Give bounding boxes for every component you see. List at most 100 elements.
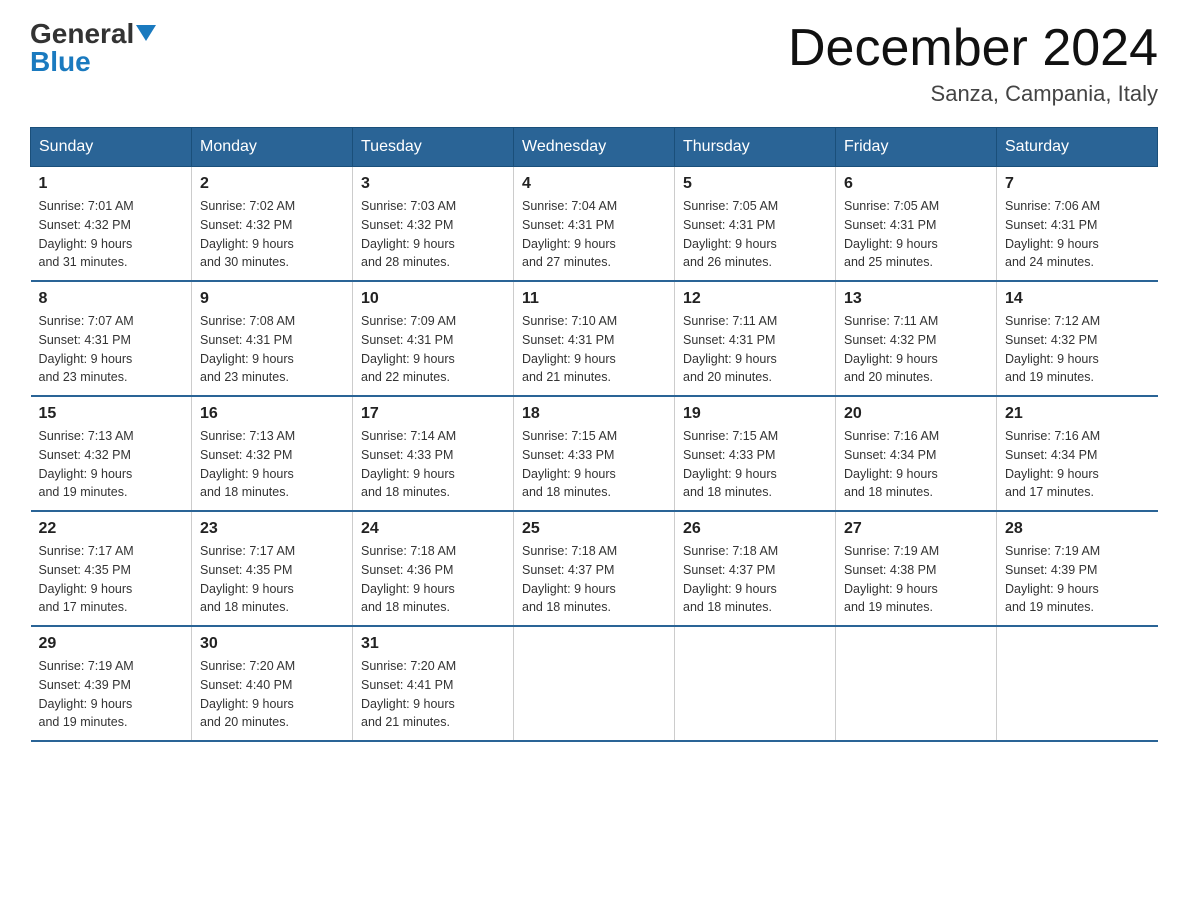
day-info: Sunrise: 7:04 AMSunset: 4:31 PMDaylight:…	[522, 199, 617, 269]
table-row: 9 Sunrise: 7:08 AMSunset: 4:31 PMDayligh…	[192, 281, 353, 396]
table-row: 26 Sunrise: 7:18 AMSunset: 4:37 PMDaylig…	[675, 511, 836, 626]
day-info: Sunrise: 7:03 AMSunset: 4:32 PMDaylight:…	[361, 199, 456, 269]
day-number: 11	[522, 290, 666, 308]
day-info: Sunrise: 7:20 AMSunset: 4:40 PMDaylight:…	[200, 659, 295, 729]
day-info: Sunrise: 7:05 AMSunset: 4:31 PMDaylight:…	[844, 199, 939, 269]
day-info: Sunrise: 7:11 AMSunset: 4:32 PMDaylight:…	[844, 314, 938, 384]
table-row: 25 Sunrise: 7:18 AMSunset: 4:37 PMDaylig…	[514, 511, 675, 626]
day-number: 6	[844, 175, 988, 193]
day-info: Sunrise: 7:18 AMSunset: 4:37 PMDaylight:…	[683, 544, 778, 614]
location-subtitle: Sanza, Campania, Italy	[788, 81, 1158, 107]
table-row: 22 Sunrise: 7:17 AMSunset: 4:35 PMDaylig…	[31, 511, 192, 626]
header-tuesday: Tuesday	[353, 128, 514, 167]
day-info: Sunrise: 7:11 AMSunset: 4:31 PMDaylight:…	[683, 314, 777, 384]
day-info: Sunrise: 7:13 AMSunset: 4:32 PMDaylight:…	[200, 429, 295, 499]
day-info: Sunrise: 7:14 AMSunset: 4:33 PMDaylight:…	[361, 429, 456, 499]
day-info: Sunrise: 7:01 AMSunset: 4:32 PMDaylight:…	[39, 199, 134, 269]
day-number: 13	[844, 290, 988, 308]
day-info: Sunrise: 7:06 AMSunset: 4:31 PMDaylight:…	[1005, 199, 1100, 269]
day-number: 2	[200, 175, 344, 193]
table-row: 3 Sunrise: 7:03 AMSunset: 4:32 PMDayligh…	[353, 167, 514, 282]
header-friday: Friday	[836, 128, 997, 167]
day-info: Sunrise: 7:13 AMSunset: 4:32 PMDaylight:…	[39, 429, 134, 499]
calendar-week-row: 22 Sunrise: 7:17 AMSunset: 4:35 PMDaylig…	[31, 511, 1158, 626]
calendar-table: Sunday Monday Tuesday Wednesday Thursday…	[30, 127, 1158, 742]
table-row: 17 Sunrise: 7:14 AMSunset: 4:33 PMDaylig…	[353, 396, 514, 511]
day-info: Sunrise: 7:19 AMSunset: 4:39 PMDaylight:…	[1005, 544, 1100, 614]
day-info: Sunrise: 7:08 AMSunset: 4:31 PMDaylight:…	[200, 314, 295, 384]
day-info: Sunrise: 7:15 AMSunset: 4:33 PMDaylight:…	[522, 429, 617, 499]
day-info: Sunrise: 7:09 AMSunset: 4:31 PMDaylight:…	[361, 314, 456, 384]
day-number: 14	[1005, 290, 1150, 308]
table-row: 6 Sunrise: 7:05 AMSunset: 4:31 PMDayligh…	[836, 167, 997, 282]
table-row: 11 Sunrise: 7:10 AMSunset: 4:31 PMDaylig…	[514, 281, 675, 396]
day-number: 20	[844, 405, 988, 423]
day-info: Sunrise: 7:16 AMSunset: 4:34 PMDaylight:…	[1005, 429, 1100, 499]
table-row: 31 Sunrise: 7:20 AMSunset: 4:41 PMDaylig…	[353, 626, 514, 741]
day-info: Sunrise: 7:18 AMSunset: 4:36 PMDaylight:…	[361, 544, 456, 614]
day-number: 5	[683, 175, 827, 193]
table-row: 20 Sunrise: 7:16 AMSunset: 4:34 PMDaylig…	[836, 396, 997, 511]
table-row: 10 Sunrise: 7:09 AMSunset: 4:31 PMDaylig…	[353, 281, 514, 396]
table-row	[836, 626, 997, 741]
day-info: Sunrise: 7:19 AMSunset: 4:38 PMDaylight:…	[844, 544, 939, 614]
day-info: Sunrise: 7:15 AMSunset: 4:33 PMDaylight:…	[683, 429, 778, 499]
table-row: 16 Sunrise: 7:13 AMSunset: 4:32 PMDaylig…	[192, 396, 353, 511]
day-info: Sunrise: 7:10 AMSunset: 4:31 PMDaylight:…	[522, 314, 617, 384]
day-number: 3	[361, 175, 505, 193]
day-number: 17	[361, 405, 505, 423]
day-info: Sunrise: 7:07 AMSunset: 4:31 PMDaylight:…	[39, 314, 134, 384]
day-number: 21	[1005, 405, 1150, 423]
table-row: 30 Sunrise: 7:20 AMSunset: 4:40 PMDaylig…	[192, 626, 353, 741]
day-number: 26	[683, 520, 827, 538]
day-number: 22	[39, 520, 184, 538]
table-row: 28 Sunrise: 7:19 AMSunset: 4:39 PMDaylig…	[997, 511, 1158, 626]
day-number: 29	[39, 635, 184, 653]
day-number: 4	[522, 175, 666, 193]
table-row: 13 Sunrise: 7:11 AMSunset: 4:32 PMDaylig…	[836, 281, 997, 396]
day-number: 16	[200, 405, 344, 423]
header-thursday: Thursday	[675, 128, 836, 167]
table-row: 23 Sunrise: 7:17 AMSunset: 4:35 PMDaylig…	[192, 511, 353, 626]
day-info: Sunrise: 7:12 AMSunset: 4:32 PMDaylight:…	[1005, 314, 1100, 384]
day-info: Sunrise: 7:17 AMSunset: 4:35 PMDaylight:…	[39, 544, 134, 614]
table-row	[514, 626, 675, 741]
page-header: General Blue December 2024 Sanza, Campan…	[30, 20, 1158, 107]
day-info: Sunrise: 7:05 AMSunset: 4:31 PMDaylight:…	[683, 199, 778, 269]
table-row: 19 Sunrise: 7:15 AMSunset: 4:33 PMDaylig…	[675, 396, 836, 511]
table-row: 1 Sunrise: 7:01 AMSunset: 4:32 PMDayligh…	[31, 167, 192, 282]
day-info: Sunrise: 7:19 AMSunset: 4:39 PMDaylight:…	[39, 659, 134, 729]
calendar-header-row: Sunday Monday Tuesday Wednesday Thursday…	[31, 128, 1158, 167]
month-title: December 2024	[788, 20, 1158, 77]
logo-blue-text: Blue	[30, 48, 91, 76]
day-info: Sunrise: 7:02 AMSunset: 4:32 PMDaylight:…	[200, 199, 295, 269]
logo-general-text: General	[30, 20, 134, 48]
table-row: 14 Sunrise: 7:12 AMSunset: 4:32 PMDaylig…	[997, 281, 1158, 396]
day-number: 30	[200, 635, 344, 653]
calendar-week-row: 1 Sunrise: 7:01 AMSunset: 4:32 PMDayligh…	[31, 167, 1158, 282]
day-number: 15	[39, 405, 184, 423]
table-row: 4 Sunrise: 7:04 AMSunset: 4:31 PMDayligh…	[514, 167, 675, 282]
table-row	[675, 626, 836, 741]
table-row: 8 Sunrise: 7:07 AMSunset: 4:31 PMDayligh…	[31, 281, 192, 396]
calendar-week-row: 8 Sunrise: 7:07 AMSunset: 4:31 PMDayligh…	[31, 281, 1158, 396]
day-info: Sunrise: 7:16 AMSunset: 4:34 PMDaylight:…	[844, 429, 939, 499]
day-number: 1	[39, 175, 184, 193]
day-number: 28	[1005, 520, 1150, 538]
day-number: 24	[361, 520, 505, 538]
day-number: 9	[200, 290, 344, 308]
header-monday: Monday	[192, 128, 353, 167]
table-row: 2 Sunrise: 7:02 AMSunset: 4:32 PMDayligh…	[192, 167, 353, 282]
table-row: 27 Sunrise: 7:19 AMSunset: 4:38 PMDaylig…	[836, 511, 997, 626]
table-row: 5 Sunrise: 7:05 AMSunset: 4:31 PMDayligh…	[675, 167, 836, 282]
header-sunday: Sunday	[31, 128, 192, 167]
table-row: 18 Sunrise: 7:15 AMSunset: 4:33 PMDaylig…	[514, 396, 675, 511]
day-number: 31	[361, 635, 505, 653]
table-row: 24 Sunrise: 7:18 AMSunset: 4:36 PMDaylig…	[353, 511, 514, 626]
day-number: 27	[844, 520, 988, 538]
header-wednesday: Wednesday	[514, 128, 675, 167]
calendar-week-row: 15 Sunrise: 7:13 AMSunset: 4:32 PMDaylig…	[31, 396, 1158, 511]
day-number: 18	[522, 405, 666, 423]
day-info: Sunrise: 7:20 AMSunset: 4:41 PMDaylight:…	[361, 659, 456, 729]
table-row: 29 Sunrise: 7:19 AMSunset: 4:39 PMDaylig…	[31, 626, 192, 741]
